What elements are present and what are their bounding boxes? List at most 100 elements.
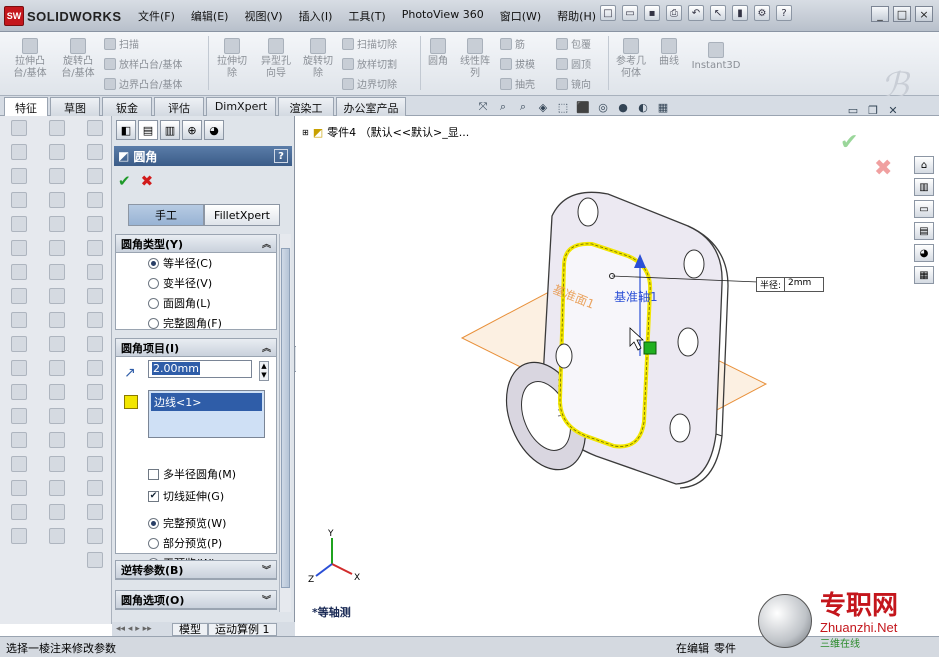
feature-manager-icon[interactable]: ◧ (116, 120, 136, 140)
fillet-type-header[interactable]: 圆角类型(Y) ︽ (116, 235, 276, 253)
tool-icon[interactable] (49, 360, 65, 376)
design-library-icon[interactable]: ▥ (914, 178, 934, 196)
tool-icon[interactable] (11, 312, 27, 328)
expand-chevron-icon[interactable]: ︾ (262, 593, 271, 606)
tool-icon[interactable] (87, 120, 103, 136)
wrap-button[interactable]: 包覆 (556, 36, 591, 51)
edit-appearance-icon[interactable]: ● (616, 100, 630, 114)
tool-icon[interactable] (87, 168, 103, 184)
tool-icon[interactable] (49, 384, 65, 400)
tool-icon[interactable] (87, 144, 103, 160)
maximize-button[interactable]: □ (893, 6, 911, 22)
tab-sketch[interactable]: 草图 (50, 97, 100, 116)
view-palette-icon[interactable]: ▤ (914, 222, 934, 240)
dome-button[interactable]: 圆顶 (556, 56, 591, 71)
fillet-button[interactable]: 圆角 (424, 38, 452, 68)
expand-chevron-icon[interactable]: ︾ (262, 563, 271, 576)
tab-features[interactable]: 特征 (4, 97, 48, 117)
tool-icon[interactable] (87, 312, 103, 328)
instant3d-button[interactable]: Instant3D (690, 42, 742, 72)
scrollbar-thumb[interactable] (281, 248, 290, 588)
shell-button[interactable]: 抽壳 (500, 76, 535, 91)
manual-mode-button[interactable]: 手工 (128, 204, 204, 226)
tool-icon[interactable] (49, 312, 65, 328)
tool-icon[interactable] (87, 288, 103, 304)
panel-help-button[interactable]: ? (274, 149, 288, 163)
radio-face-fillet[interactable]: 面圆角(L) (116, 293, 276, 313)
tangent-propagation-checkbox[interactable]: ✔ 切线延伸(G) (116, 485, 276, 507)
radius-spin-buttons[interactable]: ▲ ▼ (259, 361, 269, 381)
new-icon[interactable]: □ (600, 5, 616, 21)
tool-icon[interactable] (11, 432, 27, 448)
swept-cut-button[interactable]: 扫描切除 (342, 36, 397, 51)
tool-icon[interactable] (11, 288, 27, 304)
reference-geometry-button[interactable]: 参考几 何体 (612, 38, 650, 80)
draft-button[interactable]: 拔模 (500, 56, 535, 71)
multi-radius-checkbox[interactable]: 多半径圆角(M) (116, 463, 276, 485)
curves-button[interactable]: 曲线 (654, 38, 684, 68)
tool-icon[interactable] (87, 408, 103, 424)
radio-partial-preview[interactable]: 部分预览(P) (116, 533, 276, 553)
tool-icon[interactable] (87, 528, 103, 544)
tab-evaluate[interactable]: 评估 (154, 97, 204, 116)
tab-model[interactable]: 模型 (172, 622, 208, 636)
tool-icon[interactable] (11, 216, 27, 232)
radio-full-preview[interactable]: 完整预览(W) (116, 513, 276, 533)
mirror-button[interactable]: 镜向 (556, 76, 591, 91)
tool-icon[interactable] (11, 384, 27, 400)
revolve-cut-button[interactable]: 旋转切 除 (298, 38, 338, 80)
tool-icon[interactable] (49, 264, 65, 280)
open-icon[interactable]: ▭ (622, 5, 638, 21)
section-view-icon[interactable]: ◈ (536, 100, 550, 114)
panel-scrollbar[interactable] (279, 234, 291, 612)
fillet-items-header[interactable]: 圆角项目(I) ︽ (116, 339, 276, 357)
undo-icon[interactable]: ↶ (688, 5, 704, 21)
extrude-cut-button[interactable]: 拉伸切 除 (212, 38, 252, 80)
rebuild-icon[interactable]: ▮ (732, 5, 748, 21)
help-icon[interactable]: ? (776, 5, 792, 21)
tool-icon[interactable] (11, 144, 27, 160)
tool-icon[interactable] (49, 480, 65, 496)
setback-header[interactable]: 逆转参数(B) ︾ (116, 561, 276, 579)
previous-view-icon[interactable]: ⌕ (516, 100, 530, 114)
tree-part-label[interactable]: 零件4 （默认<<默认>_显... (327, 124, 469, 140)
custom-properties-icon[interactable]: ▦ (914, 266, 934, 284)
bolt-hole[interactable] (577, 197, 599, 227)
appearances-icon[interactable]: ◕ (914, 244, 934, 262)
collapse-chevron-icon[interactable]: ︽ (262, 237, 271, 250)
confirm-ok-icon[interactable]: ✔ (840, 130, 858, 155)
tool-icon[interactable] (49, 192, 65, 208)
select-icon[interactable]: ↖ (710, 5, 726, 21)
tool-icon[interactable] (49, 336, 65, 352)
tool-icon[interactable] (87, 384, 103, 400)
ok-check-icon[interactable]: ✔ (118, 172, 131, 190)
tool-icon[interactable] (87, 336, 103, 352)
tool-icon[interactable] (87, 480, 103, 496)
radio-full-round[interactable]: 完整圆角(F) (116, 313, 276, 333)
tool-icon[interactable] (49, 120, 65, 136)
edge-list-item[interactable]: 边线<1> (151, 393, 262, 411)
tab-motion-study[interactable]: 运动算例 1 (208, 622, 277, 636)
tool-icon[interactable] (87, 552, 103, 568)
tool-icon[interactable] (11, 192, 27, 208)
dimxpert-manager-icon[interactable]: ⊕ (182, 120, 202, 140)
tool-icon[interactable] (49, 528, 65, 544)
radio-constant-radius[interactable]: 等半径(C) (116, 253, 276, 273)
tool-icon[interactable] (11, 456, 27, 472)
tool-icon[interactable] (49, 144, 65, 160)
tool-icon[interactable] (49, 408, 65, 424)
tool-icon[interactable] (49, 432, 65, 448)
tool-icon[interactable] (11, 336, 27, 352)
tab-dimxpert[interactable]: DimXpert (206, 97, 276, 116)
tool-icon[interactable] (87, 360, 103, 376)
tool-icon[interactable] (11, 240, 27, 256)
options-icon[interactable]: ⚙ (754, 5, 770, 21)
file-explorer-icon[interactable]: ▭ (914, 200, 934, 218)
tool-icon[interactable] (87, 240, 103, 256)
menu-tools[interactable]: 工具(T) (340, 6, 393, 26)
tool-icon[interactable] (11, 408, 27, 424)
tool-icon[interactable] (49, 216, 65, 232)
display-style-icon[interactable]: ⬛ (576, 100, 590, 114)
view-settings-icon[interactable]: ▦ (656, 100, 670, 114)
tool-icon[interactable] (11, 528, 27, 544)
